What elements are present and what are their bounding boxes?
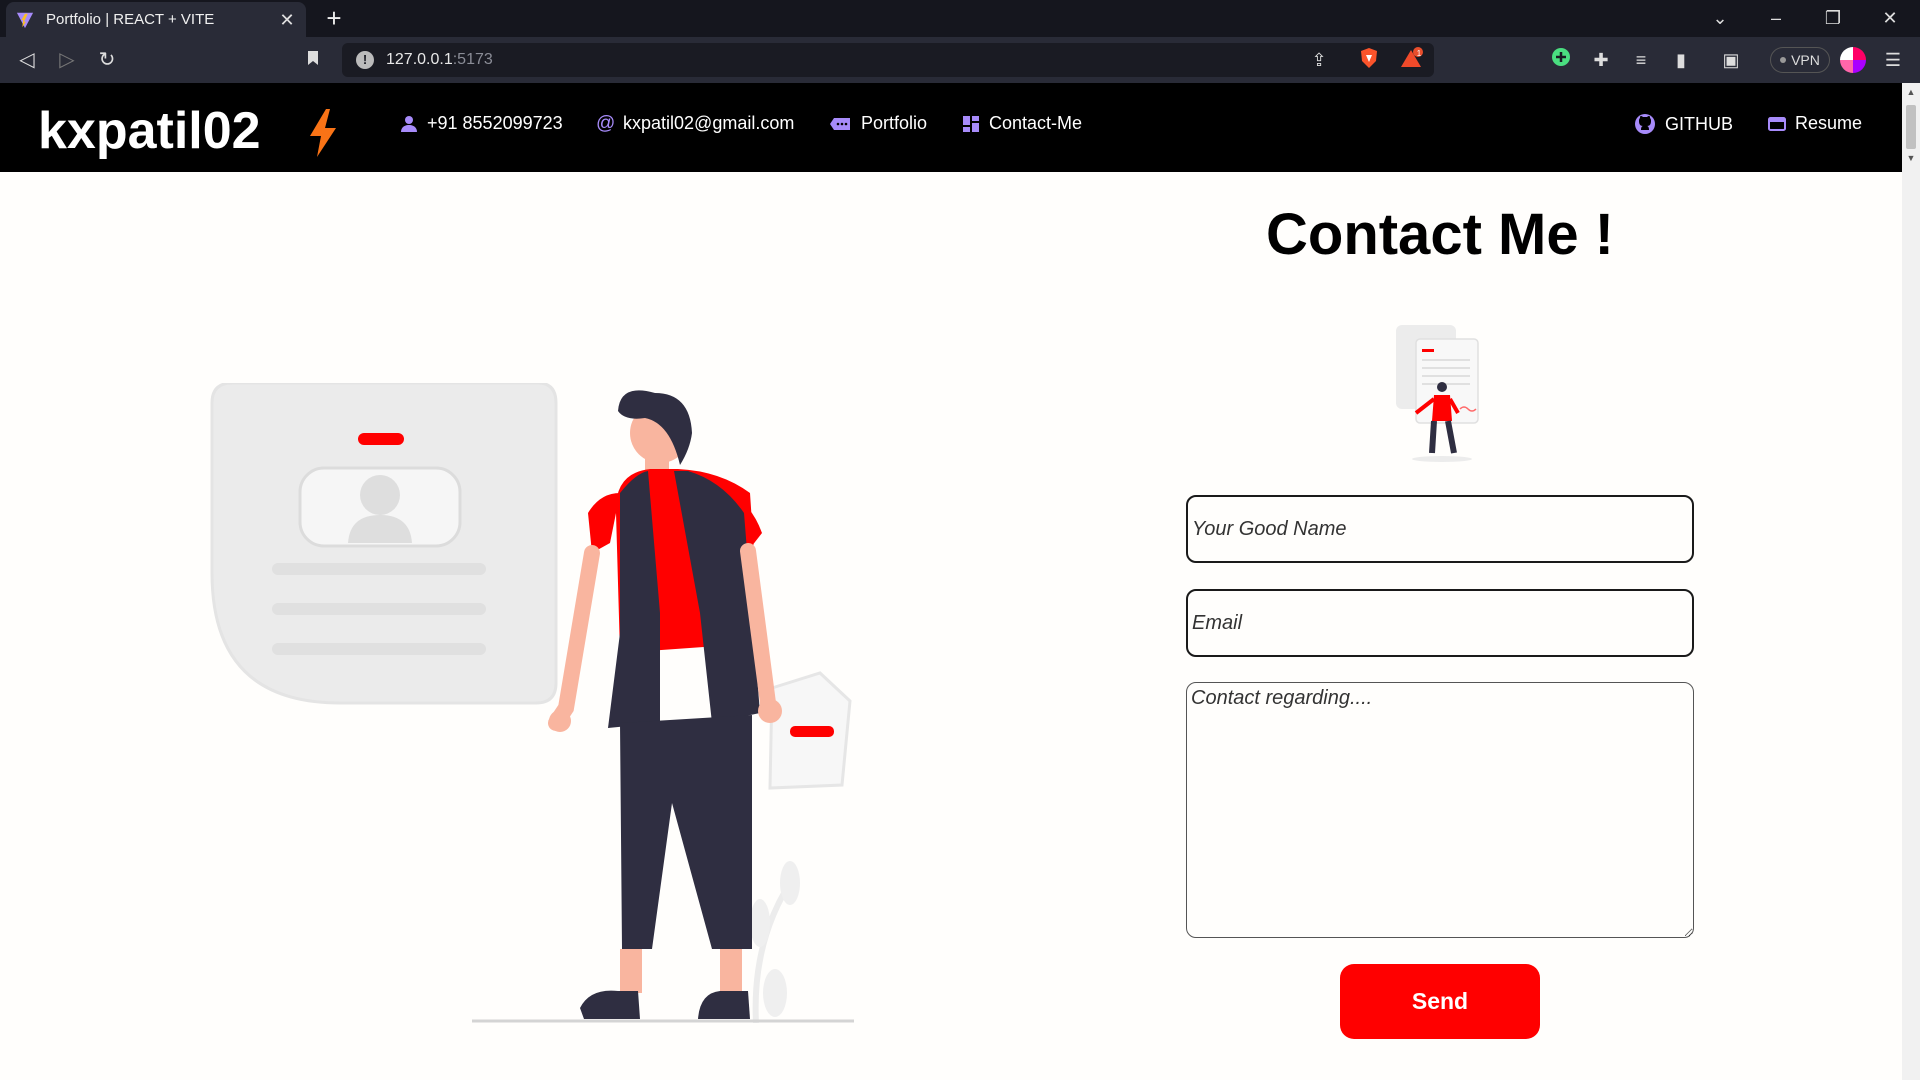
add-extension-icon[interactable] [1548, 47, 1574, 73]
nav-github-label: GITHUB [1665, 113, 1734, 134]
tab-title: Portfolio | REACT + VITE [46, 11, 215, 28]
nav-phone[interactable]: +91 8552099723 [400, 113, 563, 134]
nav-email[interactable]: @ kxpatil02@gmail.com [596, 113, 794, 134]
minimize-icon[interactable]: – [1762, 6, 1790, 30]
nav-portfolio[interactable]: Portfolio [830, 113, 927, 134]
url-port: :5173 [452, 51, 493, 68]
dashboard-grid-icon [963, 115, 979, 132]
message-textarea[interactable] [1186, 682, 1694, 938]
page-viewport: kxpatil02 +91 8552099723 @ kxpatil02@gma… [0, 83, 1902, 1080]
vite-logo-icon [16, 12, 34, 28]
nav-resume-label: Resume [1795, 113, 1863, 133]
scroll-up-icon[interactable]: ▲ [1906, 87, 1916, 97]
browser-tabstrip: Portfolio | REACT + VITE ✕ + ⌄ – ❐ ✕ [0, 0, 1920, 37]
new-tab-icon[interactable]: + [320, 5, 348, 33]
vpn-status-dot [1780, 57, 1787, 63]
site-brand[interactable]: kxpatil02 [38, 101, 261, 161]
url-host: 127.0.0.1 [386, 51, 453, 68]
site-navbar: kxpatil02 +91 8552099723 @ kxpatil02@gma… [0, 83, 1902, 172]
nav-contact-label: Contact-Me [989, 113, 1083, 133]
back-icon[interactable]: ◁ [14, 47, 40, 73]
nav-contact[interactable]: Contact-Me [962, 113, 1082, 134]
forward-icon[interactable]: ▷ [54, 47, 80, 73]
mini-contact-illustration [1396, 325, 1479, 462]
user-icon [401, 115, 417, 132]
github-icon [1635, 114, 1655, 134]
window-icon [1768, 116, 1786, 131]
nav-portfolio-label: Portfolio [861, 113, 928, 133]
tab-close-icon[interactable]: ✕ [278, 11, 296, 29]
scroll-down-icon[interactable]: ▼ [1906, 153, 1916, 163]
label-tag-icon [830, 117, 850, 130]
browser-toolbar: ◁ ▷ ↻ ! 127.0.0.1:5173 ⇪ 1 ✚ ≡ ▮ ▣ VPN ☰ [0, 37, 1920, 83]
at-sign-icon: @ [596, 112, 616, 134]
vpn-button[interactable]: VPN [1770, 47, 1830, 73]
restore-icon[interactable]: ❐ [1819, 6, 1847, 30]
nav-resume[interactable]: Resume [1768, 113, 1862, 134]
site-info-icon[interactable]: ! [356, 51, 374, 69]
nav-github[interactable]: GITHUB [1634, 113, 1733, 135]
name-input[interactable] [1186, 495, 1694, 563]
email-input[interactable] [1186, 589, 1694, 657]
profile-avatar[interactable] [1840, 47, 1866, 73]
nav-phone-label: +91 8552099723 [427, 113, 563, 133]
browser-tab[interactable]: Portfolio | REACT + VITE ✕ [6, 2, 306, 37]
bookmark-icon[interactable] [300, 47, 326, 73]
sidebar-icon[interactable]: ▮ [1668, 47, 1694, 73]
wallet-icon[interactable]: ▣ [1718, 47, 1744, 73]
menu-icon[interactable]: ☰ [1880, 47, 1906, 73]
contact-illustration [210, 383, 854, 1023]
extensions-icon[interactable]: ✚ [1588, 47, 1614, 73]
media-queue-icon[interactable]: ≡ [1628, 47, 1654, 73]
tab-search-icon[interactable]: ⌄ [1706, 6, 1734, 30]
share-icon[interactable]: ⇪ [1306, 47, 1332, 73]
close-window-icon[interactable]: ✕ [1876, 6, 1904, 30]
send-button[interactable]: Send [1340, 964, 1540, 1039]
scrollbar-thumb[interactable] [1906, 105, 1916, 149]
brave-shield-icon[interactable] [1356, 47, 1382, 73]
vpn-label: VPN [1791, 52, 1820, 68]
rewards-badge: 1 [1416, 49, 1422, 58]
reload-icon[interactable]: ↻ [94, 47, 120, 73]
contact-title: Contact Me ! [1266, 202, 1614, 267]
nav-email-label: kxpatil02@gmail.com [623, 113, 795, 133]
lightning-bolt-icon [310, 109, 336, 157]
page-scrollbar[interactable]: ▲ ▼ [1902, 83, 1920, 1080]
address-bar[interactable]: ! 127.0.0.1:5173 [342, 43, 1434, 77]
